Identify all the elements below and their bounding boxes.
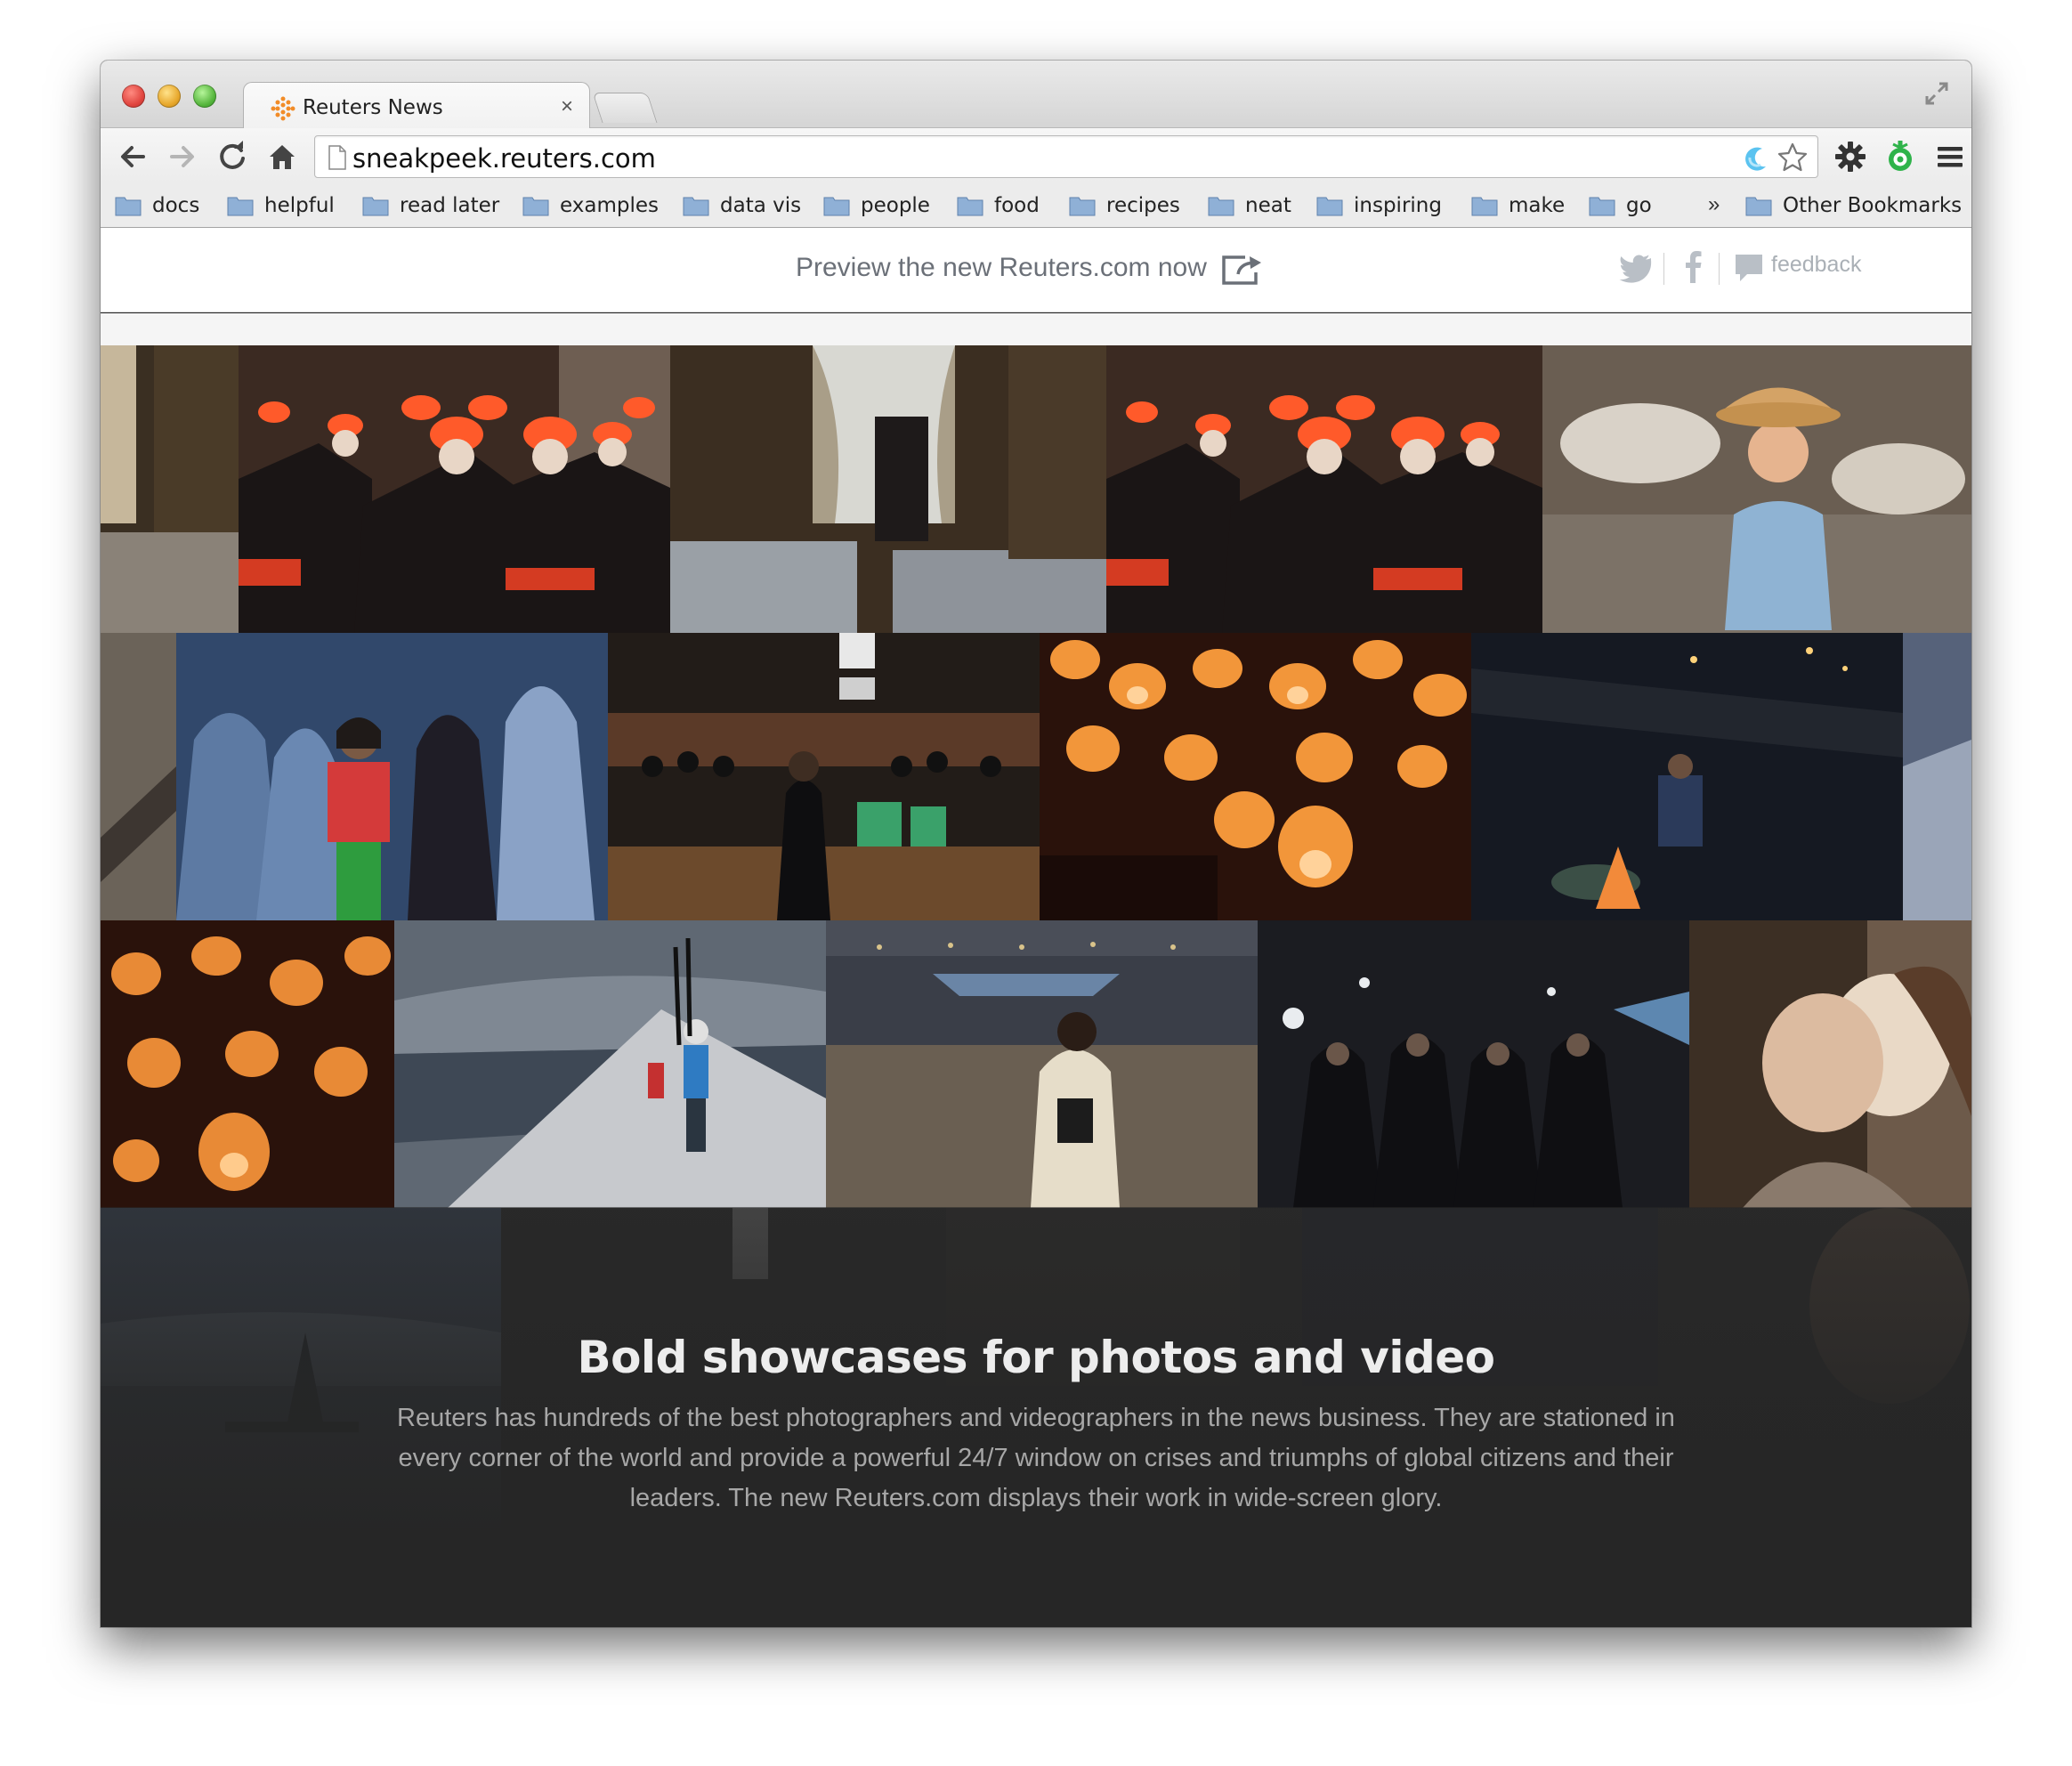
tab-close-icon[interactable]: × [561,94,573,119]
reuters-logo-icon [271,96,295,121]
bookmark-label: docs [152,194,200,217]
bookmark-label: recipes [1106,194,1180,217]
bookmark-label: read later [400,194,500,217]
photo-tile-cardinals-2[interactable] [1106,345,1542,633]
bookmark-folder-data-vis[interactable]: data vis [683,190,801,221]
page-icon [328,145,346,170]
divider-strip [101,313,1971,345]
bookmark-label: inspiring [1354,194,1442,217]
bookmark-folder-food[interactable]: food [957,190,1040,221]
bookmark-folder-people[interactable]: people [823,190,930,221]
bookmark-label: go [1626,194,1652,217]
close-window-button[interactable] [122,85,145,108]
tab-title: Reuters News [303,96,443,119]
bookmark-folder-examples[interactable]: examples [522,190,659,221]
minimize-window-button[interactable] [158,85,181,108]
preview-banner: Preview the new Reuters.com now feedback [101,228,1971,312]
bookmarks-overflow-chevron[interactable]: » [1708,192,1720,217]
twitter-icon[interactable] [1619,247,1655,287]
showcase-description: Reuters has hundreds of the best photogr… [397,1404,1675,1512]
bookmark-label: people [861,194,930,217]
photo-tile-edge-right[interactable] [1903,633,1971,920]
hamburger-icon[interactable] [1932,139,1968,174]
feedback-link[interactable]: feedback [1771,252,1861,278]
bookmark-folder-helpful[interactable]: helpful [227,190,335,221]
gear-icon[interactable] [1833,139,1868,174]
bookmark-label: make [1509,194,1566,217]
bookmark-folder-go[interactable]: go [1589,190,1652,221]
home-icon[interactable] [264,139,300,174]
separator [1719,253,1720,285]
photo-tile-lanterns-2[interactable] [101,920,394,1208]
tab-strip: Reuters News × [101,61,1971,129]
bookmark-folder-recipes[interactable]: recipes [1069,190,1180,221]
bookmark-label: examples [560,194,659,217]
bookmark-folder-neat[interactable]: neat [1208,190,1291,221]
star-icon[interactable] [1777,142,1809,174]
bookmark-folder-inspiring[interactable]: inspiring [1316,190,1442,221]
extension-icon[interactable] [1882,139,1918,174]
tab-reuters-news[interactable]: Reuters News × [243,82,590,129]
photo-tile-edge-left[interactable] [101,633,176,920]
forward-arrow-icon[interactable] [165,139,200,174]
folder-icon [362,197,389,216]
photo-mosaic: Bold showcases for photos and video Reut… [101,345,1971,1627]
folder-icon [522,197,549,216]
photo-tile-burqas[interactable] [176,633,608,920]
folder-icon [957,197,983,216]
photo-tile-beach-man[interactable] [826,920,1258,1208]
reload-icon[interactable] [214,139,250,174]
photo-tile-bedroom-edge[interactable] [101,345,239,633]
bookmark-label: neat [1245,194,1291,217]
folder-icon [115,197,142,216]
photo-tile-skier[interactable] [394,920,826,1208]
other-bookmarks-folder[interactable]: Other Bookmarks [1745,190,1962,221]
folder-icon [1069,197,1096,216]
address-bar[interactable]: sneakpeek.reuters.com [314,135,1818,178]
bookmark-label: helpful [264,194,335,217]
bookmark-folder-make[interactable]: make [1471,190,1565,221]
url-text: sneakpeek.reuters.com [352,143,656,174]
new-tab-button[interactable] [592,93,658,123]
maximize-window-button[interactable] [193,85,216,108]
bookmark-folder-docs[interactable]: docs [115,190,199,221]
browser-window: Reuters News × sneakpeek.reuters.com doc… [101,61,1971,1627]
folder-icon [1471,197,1498,216]
separator [1663,253,1664,285]
photo-tile-two-women[interactable] [1689,920,1971,1208]
bookmark-label: Other Bookmarks [1783,194,1963,217]
folder-icon [1208,197,1234,216]
external-link-icon[interactable] [1220,253,1265,287]
bookmark-label: data vis [720,194,802,217]
folder-icon [823,197,850,216]
showcase-headline: Bold showcases for photos and video [577,1332,1495,1383]
fullscreen-icon[interactable] [1922,78,1952,109]
photo-tile-nuns-lights[interactable] [1258,920,1689,1208]
toolbar: sneakpeek.reuters.com [101,128,1971,183]
moon-extension-icon[interactable] [1739,143,1771,172]
photo-tile-courtroom[interactable] [608,633,1040,920]
web-page: Preview the new Reuters.com now feedback [101,228,1971,1627]
folder-icon [683,197,709,216]
back-arrow-icon[interactable] [115,139,150,174]
speech-bubble-icon[interactable] [1733,247,1765,287]
folder-icon [1589,197,1615,216]
photo-tile-cardinals[interactable] [239,345,670,633]
bookmarks-bar: docs helpful read later examples data vi… [101,183,1971,228]
facebook-icon[interactable] [1683,247,1704,287]
preview-link[interactable]: Preview the new Reuters.com now [796,253,1207,283]
photo-tile-window-room[interactable] [670,345,1106,633]
folder-icon [1745,197,1772,216]
photo-tile-night-camp[interactable] [1471,633,1903,920]
folder-icon [1316,197,1343,216]
bookmark-folder-read-later[interactable]: read later [362,190,499,221]
photo-tile-cowgirl[interactable] [1542,345,1971,633]
photo-tile-lanterns[interactable] [1040,633,1471,920]
folder-icon [227,197,254,216]
bookmark-label: food [994,194,1040,217]
